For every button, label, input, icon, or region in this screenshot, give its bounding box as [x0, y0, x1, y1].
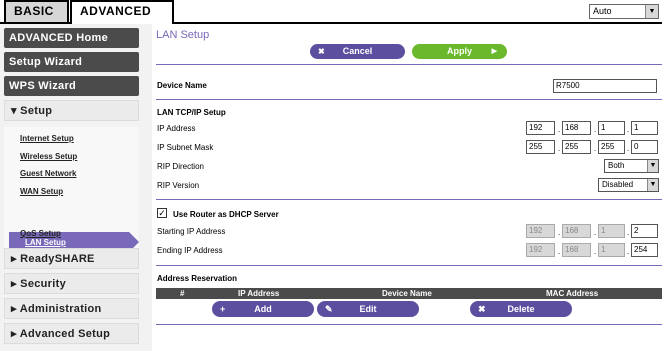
- sidebar-subitem-wan-setup[interactable]: WAN Setup: [20, 187, 63, 196]
- edit-button[interactable]: ✎ Edit: [317, 301, 419, 317]
- tab-advanced[interactable]: ADVANCED: [70, 0, 174, 24]
- close-icon: ✖: [478, 304, 486, 314]
- language-select[interactable]: Auto ▼: [589, 4, 659, 19]
- ending-ip-octet-3: 1: [598, 243, 625, 257]
- ending-ip-octet-4[interactable]: 254: [631, 243, 658, 257]
- address-reservation-heading: Address Reservation: [157, 274, 238, 283]
- main-panel: LAN Setup ✖ Cancel Apply ▶ Device Name R…: [152, 24, 662, 351]
- chevron-down-icon: ▼: [647, 179, 658, 191]
- chevron-down-icon: ▼: [645, 5, 658, 18]
- column-header-ip-address: IP Address: [238, 289, 280, 298]
- column-header-mac-address: MAC Address: [546, 289, 599, 298]
- divider: [156, 99, 662, 100]
- subnet-octet-1[interactable]: 255: [526, 140, 555, 154]
- sidebar-item-advanced-setup[interactable]: ▸ Advanced Setup: [4, 323, 139, 344]
- column-header-number: #: [180, 289, 185, 298]
- divider: [156, 265, 662, 266]
- starting-ip-octet-1: 192: [526, 224, 555, 238]
- delete-button[interactable]: ✖ Delete: [470, 301, 572, 317]
- sidebar-item-setup[interactable]: ▾ Setup: [4, 100, 139, 121]
- subnet-octet-2[interactable]: 255: [562, 140, 591, 154]
- sidebar-subitem-guest-network[interactable]: Guest Network: [20, 169, 76, 178]
- sidebar-subitem-lan-setup[interactable]: LAN Setup: [25, 238, 66, 247]
- lan-tcpip-heading: LAN TCP/IP Setup: [157, 108, 226, 117]
- sidebar-subitem-internet-setup[interactable]: Internet Setup: [20, 134, 74, 143]
- ip-address-octet-2[interactable]: 168: [562, 121, 591, 135]
- ending-ip-octet-1: 192: [526, 243, 555, 257]
- sidebar-item-security[interactable]: ▸ Security: [4, 273, 139, 294]
- arrow-right-icon: ▶: [491, 48, 497, 55]
- sidebar-subitem-qos-setup[interactable]: QoS Setup: [20, 229, 61, 238]
- ip-address-octet-3[interactable]: 1: [598, 121, 625, 135]
- top-tab-bar: BASIC ADVANCED: [0, 0, 662, 24]
- ip-address-label: IP Address: [157, 124, 196, 133]
- rip-direction-label: RIP Direction: [157, 162, 204, 171]
- ending-ip-label: Ending IP Address: [157, 246, 223, 255]
- starting-ip-octet-2: 168: [562, 224, 591, 238]
- sidebar-item-readyshare[interactable]: ▸ ReadySHARE: [4, 248, 139, 269]
- ip-address-octet-1[interactable]: 192: [526, 121, 555, 135]
- device-name-label: Device Name: [157, 81, 207, 90]
- page-title: LAN Setup: [156, 29, 210, 41]
- plus-icon: +: [220, 304, 226, 314]
- pencil-icon: ✎: [325, 304, 333, 314]
- tab-basic[interactable]: BASIC: [4, 0, 69, 22]
- ending-ip-octet-2: 168: [562, 243, 591, 257]
- rip-version-select[interactable]: Disabled ▼: [598, 178, 659, 192]
- sidebar: ADVANCED Home Setup Wizard WPS Wizard ▾ …: [0, 24, 152, 351]
- cancel-button[interactable]: ✖ Cancel: [310, 44, 405, 59]
- subnet-mask-label: IP Subnet Mask: [157, 143, 214, 152]
- ip-address-octet-4[interactable]: 1: [631, 121, 658, 135]
- apply-button[interactable]: Apply ▶: [412, 44, 507, 59]
- close-icon: ✖: [318, 47, 325, 56]
- sidebar-subitem-wireless-setup[interactable]: Wireless Setup: [20, 152, 77, 161]
- language-select-value: Auto: [593, 6, 612, 16]
- sidebar-item-advanced-home[interactable]: ADVANCED Home: [4, 28, 139, 48]
- starting-ip-octet-4[interactable]: 2: [631, 224, 658, 238]
- starting-ip-octet-3: 1: [598, 224, 625, 238]
- subnet-octet-3[interactable]: 255: [598, 140, 625, 154]
- divider: [156, 199, 662, 200]
- rip-direction-select[interactable]: Both ▼: [604, 159, 659, 173]
- divider: [156, 64, 662, 65]
- starting-ip-label: Starting IP Address: [157, 227, 226, 236]
- column-header-device-name: Device Name: [382, 289, 432, 298]
- dhcp-server-label: Use Router as DHCP Server: [173, 210, 279, 219]
- sidebar-item-setup-wizard[interactable]: Setup Wizard: [4, 52, 139, 72]
- chevron-down-icon: ▼: [647, 160, 658, 172]
- dhcp-server-checkbox[interactable]: ✓: [157, 208, 167, 218]
- sidebar-item-administration[interactable]: ▸ Administration: [4, 298, 139, 319]
- device-name-input[interactable]: R7500: [553, 79, 657, 93]
- add-button[interactable]: + Add: [212, 301, 314, 317]
- subnet-octet-4[interactable]: 0: [631, 140, 658, 154]
- sidebar-item-wps-wizard[interactable]: WPS Wizard: [4, 76, 139, 96]
- rip-version-label: RIP Version: [157, 181, 200, 190]
- reservation-table-header: # IP Address Device Name MAC Address: [156, 288, 662, 299]
- divider: [156, 324, 662, 325]
